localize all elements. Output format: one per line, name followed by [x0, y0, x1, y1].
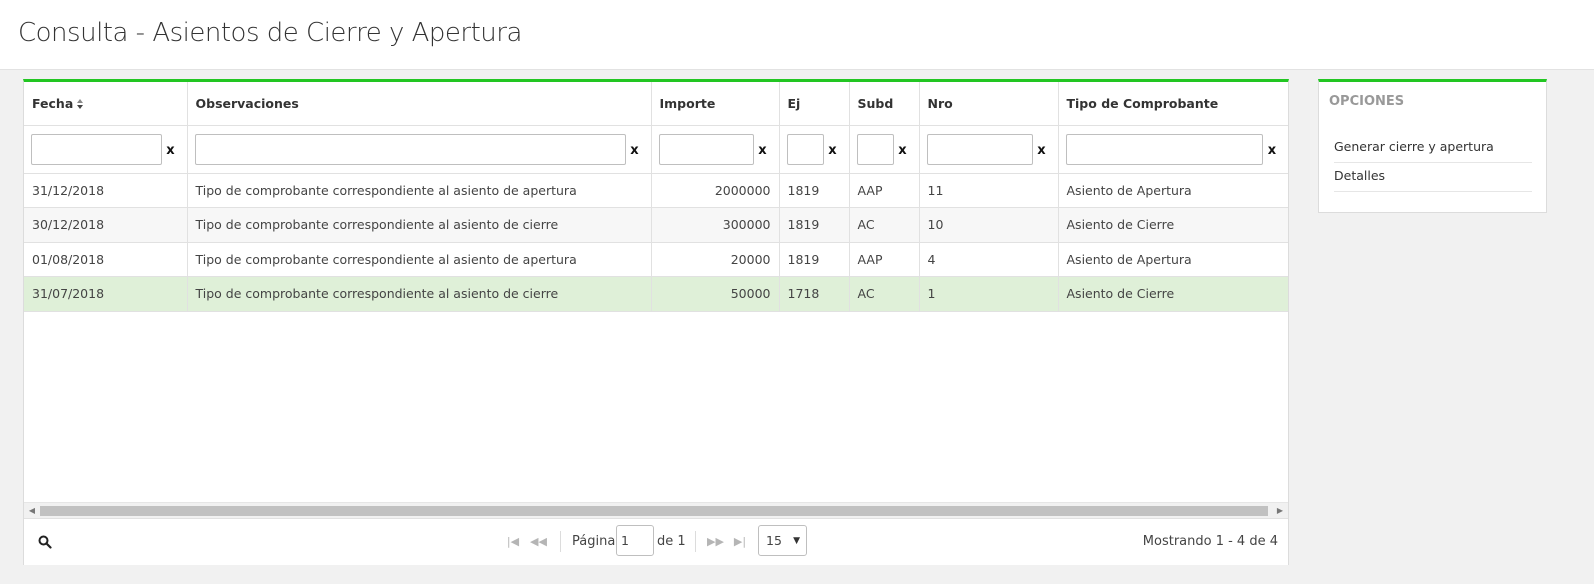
filter-input-ej[interactable] — [786, 133, 824, 165]
page-number-input[interactable] — [616, 525, 654, 556]
cell-ej: 1819 — [779, 242, 850, 277]
cell-observaciones: Tipo de comprobante correspondiente al a… — [187, 242, 652, 277]
clear-filter-ej[interactable]: x — [824, 140, 842, 158]
column-header-fecha[interactable]: Fecha — [24, 82, 188, 126]
table-row-selected[interactable]: 31/07/2018 Tipo de comprobante correspon… — [24, 276, 1288, 312]
cell-tipo: Asiento de Apertura — [1058, 173, 1288, 208]
filter-cell-importe: x — [651, 125, 780, 174]
options-list: Generar cierre y apertura Detalles — [1334, 134, 1532, 192]
cell-fecha: 30/12/2018 — [24, 207, 188, 243]
page-size-select[interactable]: 15 ▼ — [758, 525, 807, 556]
filter-cell-nro: x — [919, 125, 1059, 174]
filter-input-nro[interactable] — [926, 133, 1033, 165]
column-label: Fecha — [32, 95, 74, 111]
filter-cell-ej: x — [779, 125, 850, 174]
options-title: OPCIONES — [1329, 94, 1405, 109]
cell-observaciones: Tipo de comprobante correspondiente al a… — [187, 173, 652, 208]
first-page-icon[interactable]: |◀ — [505, 534, 521, 550]
column-label: Ej — [787, 95, 801, 111]
column-header-ej[interactable]: Ej — [779, 82, 850, 126]
clear-filter-subd[interactable]: x — [894, 140, 912, 158]
cell-fecha: 31/07/2018 — [24, 276, 188, 312]
cell-tipo: Asiento de Cierre — [1058, 276, 1288, 312]
option-detalles[interactable]: Detalles — [1334, 163, 1532, 192]
page-header: Consulta - Asientos de Cierre y Apertura — [0, 0, 1594, 70]
scroll-right-icon[interactable]: ▶ — [1275, 506, 1285, 516]
clear-filter-tipo[interactable]: x — [1263, 140, 1281, 158]
pager-separator — [560, 531, 561, 552]
cell-nro: 10 — [919, 207, 1059, 243]
page-label: Página — [572, 534, 616, 549]
filter-row: x x x x x x x — [24, 125, 1288, 174]
filter-input-importe[interactable] — [658, 133, 754, 165]
filter-input-observaciones[interactable] — [194, 133, 626, 165]
page-of-label: de 1 — [657, 534, 686, 549]
page-size-value: 15 — [766, 533, 782, 548]
filter-cell-fecha: x — [24, 125, 188, 174]
pager-bar: |◀ ◀◀ Página de 1 ▶▶ ▶| 15 ▼ Mostrando 1… — [24, 518, 1288, 565]
page-title: Consulta - Asientos de Cierre y Apertura — [18, 18, 522, 48]
column-header-subd[interactable]: Subd — [849, 82, 920, 126]
table-row[interactable]: 01/08/2018 Tipo de comprobante correspon… — [24, 242, 1288, 277]
last-page-icon[interactable]: ▶| — [732, 534, 748, 550]
column-label: Importe — [659, 95, 716, 111]
cell-subd: AAP — [849, 173, 920, 208]
filter-input-tipo[interactable] — [1065, 133, 1263, 165]
clear-filter-importe[interactable]: x — [754, 140, 772, 158]
cell-fecha: 31/12/2018 — [24, 173, 188, 208]
filter-input-subd[interactable] — [856, 133, 894, 165]
search-icon[interactable] — [38, 535, 52, 549]
chevron-down-icon: ▼ — [793, 536, 800, 546]
column-label: Subd — [857, 95, 894, 111]
column-header-nro[interactable]: Nro — [919, 82, 1059, 126]
option-generar-cierre-apertura[interactable]: Generar cierre y apertura — [1334, 134, 1532, 163]
column-label: Observaciones — [195, 95, 299, 111]
horizontal-scrollbar[interactable]: ◀ ▶ — [24, 502, 1288, 518]
header-row: Fecha Observaciones Importe Ej Subd Nro … — [24, 82, 1288, 126]
results-table: Fecha Observaciones Importe Ej Subd Nro … — [24, 82, 1288, 312]
cell-ej: 1819 — [779, 173, 850, 208]
cell-importe: 2000000 — [651, 173, 780, 208]
next-page-icon[interactable]: ▶▶ — [707, 534, 724, 550]
table-row[interactable]: 30/12/2018 Tipo de comprobante correspon… — [24, 207, 1288, 243]
clear-filter-nro[interactable]: x — [1033, 140, 1051, 158]
scroll-left-icon[interactable]: ◀ — [27, 506, 37, 516]
cell-nro: 4 — [919, 242, 1059, 277]
column-header-observaciones[interactable]: Observaciones — [187, 82, 652, 126]
cell-tipo: Asiento de Cierre — [1058, 207, 1288, 243]
cell-importe: 300000 — [651, 207, 780, 243]
pager-separator — [695, 531, 696, 552]
cell-ej: 1718 — [779, 276, 850, 312]
column-header-tipo[interactable]: Tipo de Comprobante — [1058, 82, 1288, 126]
column-header-importe[interactable]: Importe — [651, 82, 780, 126]
prev-page-icon[interactable]: ◀◀ — [530, 534, 547, 550]
scrollbar-thumb[interactable] — [40, 506, 1268, 516]
clear-filter-observaciones[interactable]: x — [626, 140, 644, 158]
cell-subd: AC — [849, 276, 920, 312]
cell-importe: 50000 — [651, 276, 780, 312]
column-label: Nro — [927, 95, 953, 111]
cell-nro: 11 — [919, 173, 1059, 208]
cell-nro: 1 — [919, 276, 1059, 312]
cell-importe: 20000 — [651, 242, 780, 277]
cell-subd: AAP — [849, 242, 920, 277]
table-row[interactable]: 31/12/2018 Tipo de comprobante correspon… — [24, 173, 1288, 208]
filter-cell-subd: x — [849, 125, 920, 174]
filter-input-fecha[interactable] — [31, 133, 162, 165]
filter-cell-observaciones: x — [187, 125, 652, 174]
clear-filter-fecha[interactable]: x — [162, 140, 180, 158]
sort-icon[interactable] — [77, 98, 84, 110]
cell-tipo: Asiento de Apertura — [1058, 242, 1288, 277]
cell-fecha: 01/08/2018 — [24, 242, 188, 277]
grid-panel: Fecha Observaciones Importe Ej Subd Nro … — [23, 79, 1289, 565]
cell-observaciones: Tipo de comprobante correspondiente al a… — [187, 276, 652, 312]
filter-cell-tipo: x — [1058, 125, 1288, 174]
column-label: Tipo de Comprobante — [1066, 95, 1219, 111]
cell-observaciones: Tipo de comprobante correspondiente al a… — [187, 207, 652, 243]
options-panel: OPCIONES Generar cierre y apertura Detal… — [1318, 79, 1547, 213]
record-count: Mostrando 1 - 4 de 4 — [1142, 534, 1278, 549]
cell-subd: AC — [849, 207, 920, 243]
cell-ej: 1819 — [779, 207, 850, 243]
